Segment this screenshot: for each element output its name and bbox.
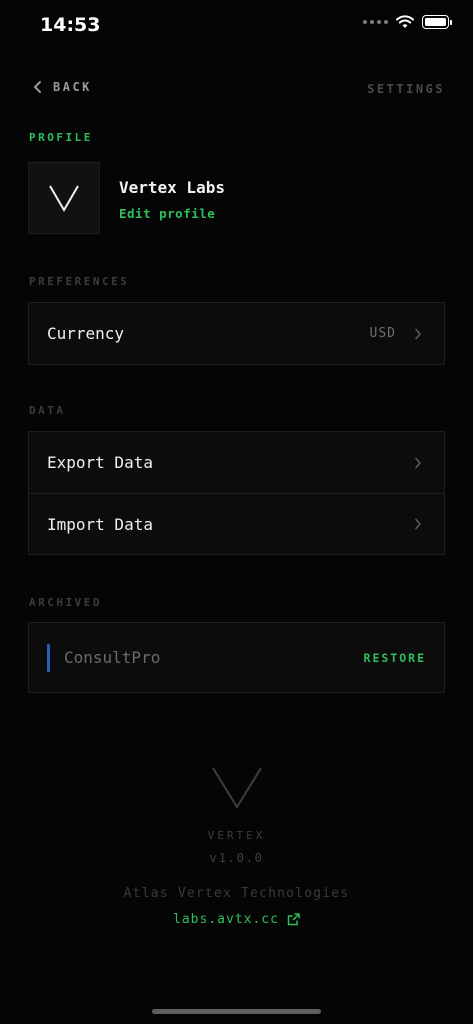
archived-item-name: ConsultPro: [64, 648, 161, 667]
archived-item: ConsultPro RESTORE: [29, 623, 444, 692]
app-version: v1.0.0: [209, 850, 264, 865]
profile-avatar[interactable]: [28, 162, 100, 234]
restore-button[interactable]: RESTORE: [364, 651, 426, 665]
export-data-row[interactable]: Export Data: [29, 432, 444, 493]
website-link[interactable]: labs.avtx.cc: [0, 912, 473, 927]
home-indicator[interactable]: [152, 1009, 321, 1014]
currency-value: USD: [369, 326, 396, 341]
signal-icon: [363, 20, 388, 24]
section-label-preferences: PREFERENCES: [29, 275, 130, 288]
edit-profile-link[interactable]: Edit profile: [119, 206, 215, 221]
import-data-label: Import Data: [47, 514, 153, 534]
company-name: Atlas Vertex Technologies: [123, 886, 350, 901]
external-link-icon: [287, 913, 300, 926]
section-label-data: DATA: [29, 404, 66, 417]
currency-label: Currency: [47, 324, 125, 343]
data-card: Export Data Import Data: [28, 431, 445, 555]
chevron-right-icon: [410, 326, 426, 342]
vertex-footer-logo-icon: [212, 767, 262, 809]
back-label: BACK: [53, 80, 92, 94]
back-button[interactable]: BACK: [33, 80, 92, 94]
chevron-left-icon: [34, 81, 41, 93]
section-label-profile: PROFILE: [29, 131, 93, 144]
status-indicators: [363, 15, 452, 29]
section-label-archived: ARCHIVED: [29, 596, 102, 609]
status-time: 14:53: [40, 14, 101, 36]
archived-card: ConsultPro RESTORE: [28, 622, 445, 693]
chevron-right-icon: [410, 516, 426, 532]
archived-color-bar: [47, 643, 50, 672]
profile-name: Vertex Labs: [119, 178, 225, 197]
footer-brand: VERTEX: [207, 829, 266, 842]
import-data-row[interactable]: Import Data: [29, 493, 444, 554]
vertex-logo-icon: [49, 185, 79, 212]
website-link-label: labs.avtx.cc: [173, 912, 279, 927]
preferences-card: Currency USD: [28, 302, 445, 365]
battery-icon: [422, 15, 452, 29]
wifi-icon: [396, 15, 414, 28]
export-data-label: Export Data: [47, 453, 153, 472]
currency-row[interactable]: Currency USD: [29, 303, 444, 364]
page-title: SETTINGS: [367, 82, 445, 96]
chevron-right-icon: [410, 455, 426, 471]
